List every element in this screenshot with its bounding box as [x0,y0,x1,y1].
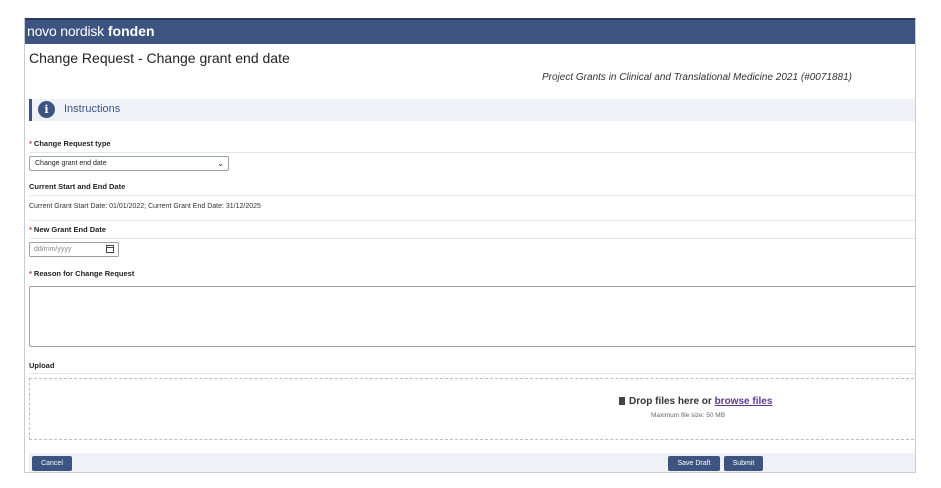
submit-button[interactable]: Submit [724,456,763,471]
current-dates-label: Current Start and End Date [29,182,126,191]
new-end-date-input[interactable]: dd/mm/yyyy [29,242,119,257]
change-type-select[interactable]: Change grant end date ⌄ [29,156,229,171]
max-file-size: Maximum file size: 50 MB [651,412,726,419]
app-frame: novo nordisk fonden Change Request - Cha… [24,18,916,473]
save-draft-button[interactable]: Save Draft [668,456,720,471]
instructions-panel[interactable]: i Instructions [29,99,915,121]
reason-textarea[interactable] [29,286,915,347]
brand-name-bold: fonden [107,23,155,39]
divider [29,373,915,374]
required-marker: * [29,269,32,278]
new-end-date-label: * New Grant End Date [29,225,107,234]
brand-name-light: novo nordisk [27,23,104,39]
change-type-label: * Change Request type [29,139,111,148]
instructions-label: Instructions [64,103,121,115]
info-icon: i [38,101,55,118]
reason-label: * Reason for Change Request [29,269,135,278]
browse-files-link[interactable]: browse files [715,396,773,407]
instructions-accent-bar [29,99,32,121]
file-icon [619,397,625,405]
change-type-selected: Change grant end date [35,160,107,167]
divider [29,220,915,221]
required-marker: * [29,225,32,234]
divider [29,195,915,196]
page-title: Change Request - Change grant end date [29,50,290,66]
current-dates-value: Current Grant Start Date: 01/01/2022; Cu… [29,203,261,210]
chevron-down-icon: ⌄ [217,159,224,168]
cancel-button[interactable]: Cancel [32,456,72,471]
grant-name: Project Grants in Clinical and Translati… [542,72,852,83]
drop-text: Drop files here or browse files [619,396,772,407]
calendar-icon[interactable] [106,245,114,253]
upload-label: Upload [29,361,55,370]
date-placeholder: dd/mm/yyyy [34,246,72,253]
divider [29,238,915,239]
footer-bar [29,453,915,472]
divider [29,152,915,153]
required-marker: * [29,139,32,148]
upload-dropzone[interactable] [29,378,915,440]
top-bar: novo nordisk fonden [25,18,915,44]
